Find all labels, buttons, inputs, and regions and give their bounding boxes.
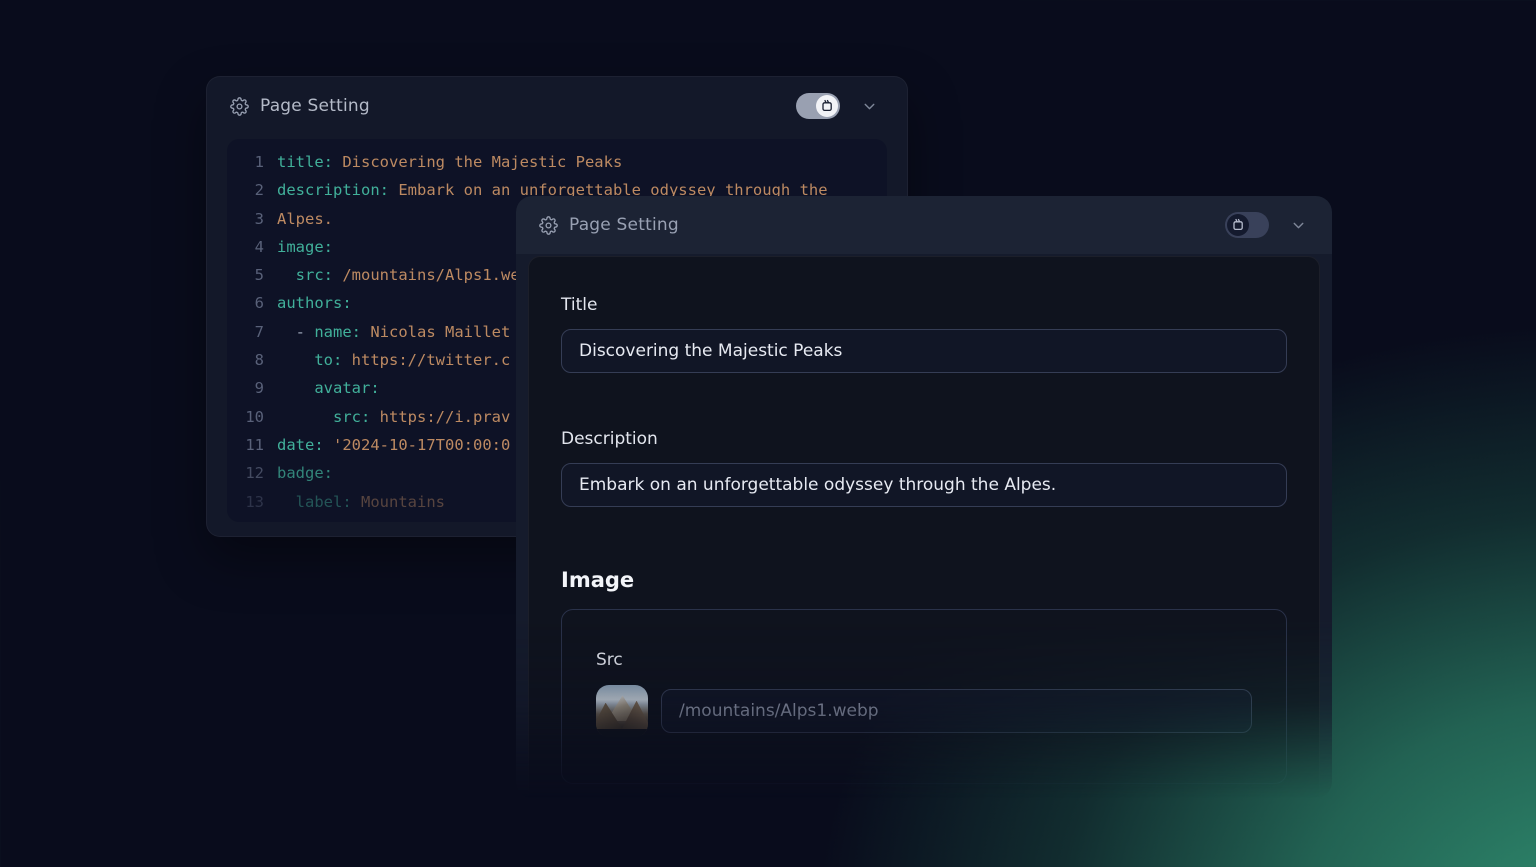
code-panel-header: Page Setting xyxy=(207,77,907,135)
page-setting-form-panel: Page Setting Title Description Image Src xyxy=(516,196,1332,798)
gear-icon xyxy=(229,96,249,116)
title-field-label: Title xyxy=(561,295,1287,316)
form-panel-header: Page Setting xyxy=(516,196,1332,254)
chevron-down-icon[interactable] xyxy=(859,96,879,116)
image-section-heading: Image xyxy=(561,567,1287,593)
code-line: 1title: Discovering the Majestic Peaks xyxy=(227,148,875,176)
panel-title: Page Setting xyxy=(569,215,679,235)
description-field-label: Description xyxy=(561,429,1287,450)
title-input[interactable] xyxy=(561,329,1287,373)
image-group-box: Src xyxy=(561,609,1287,784)
code-view-toggle[interactable] xyxy=(1225,212,1269,238)
code-view-toggle[interactable] xyxy=(796,93,840,119)
description-input[interactable] xyxy=(561,463,1287,507)
code-mode-icon xyxy=(820,99,834,113)
image-src-input[interactable] xyxy=(661,689,1252,733)
gear-icon xyxy=(538,215,558,235)
panel-title: Page Setting xyxy=(260,96,370,116)
image-thumbnail[interactable] xyxy=(596,685,648,737)
form-card: Title Description Image Src xyxy=(528,256,1320,867)
src-field-label: Src xyxy=(596,650,1252,671)
chevron-down-icon[interactable] xyxy=(1288,215,1308,235)
code-mode-icon xyxy=(1231,218,1245,232)
